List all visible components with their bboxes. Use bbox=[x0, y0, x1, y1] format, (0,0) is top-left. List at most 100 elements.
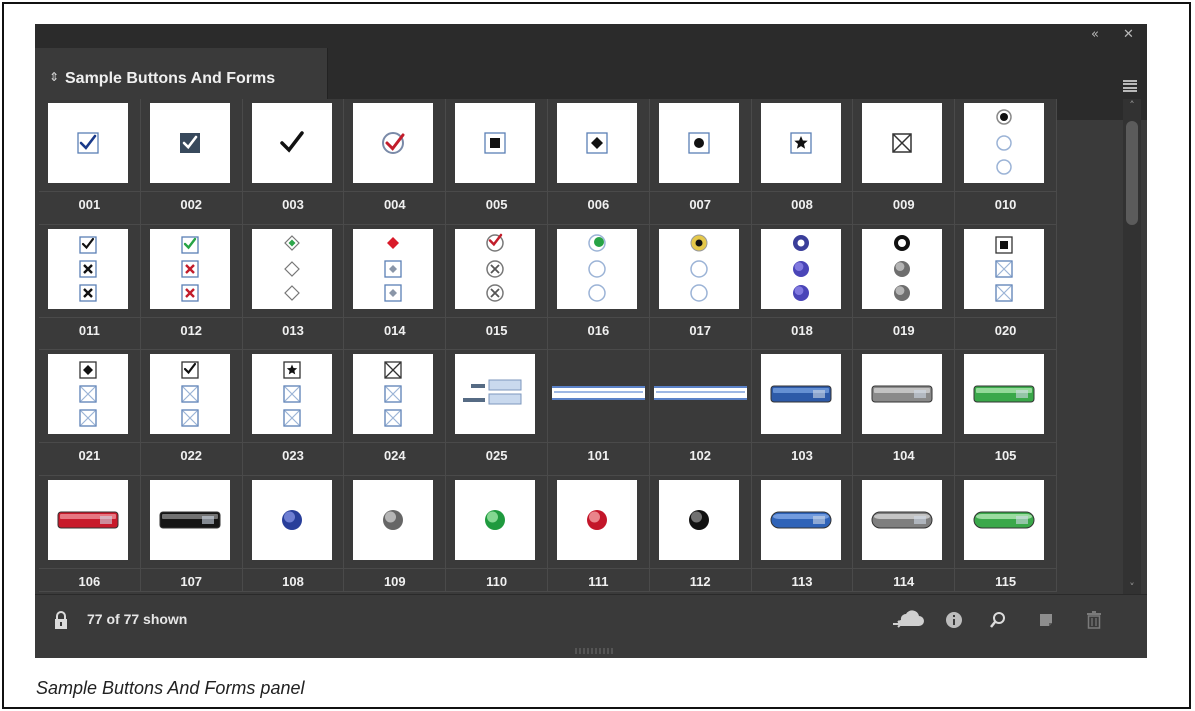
swatch-label: 103 bbox=[751, 442, 853, 463]
swatch-item-017[interactable]: 017 bbox=[649, 225, 752, 350]
swatch-label: 025 bbox=[446, 442, 547, 463]
swatch-thumbnail bbox=[149, 229, 230, 309]
swatch-label: 018 bbox=[751, 317, 853, 338]
swatch-item-111[interactable]: 111 bbox=[547, 476, 650, 592]
panel-title: Sample Buttons And Forms bbox=[65, 70, 276, 87]
swatch-item-104[interactable]: 104 bbox=[853, 350, 956, 476]
lock-icon[interactable] bbox=[53, 610, 69, 630]
swatch-item-112[interactable]: 112 bbox=[649, 476, 752, 592]
swatch-label: 013 bbox=[242, 317, 344, 338]
hamburger-menu-icon[interactable] bbox=[1123, 80, 1137, 92]
swatch-label: 017 bbox=[649, 317, 751, 338]
swatch-item-006[interactable]: 006 bbox=[547, 99, 650, 225]
swatch-thumbnail bbox=[658, 229, 739, 309]
swatch-item-007[interactable]: 007 bbox=[649, 99, 752, 225]
swatch-thumbnail bbox=[455, 103, 536, 183]
swatch-item-114[interactable]: 114 bbox=[853, 476, 956, 592]
swatch-thumbnail bbox=[862, 229, 943, 309]
swatch-item-113[interactable]: 113 bbox=[751, 476, 854, 592]
swatch-item-020[interactable]: 020 bbox=[955, 225, 1057, 350]
swatch-item-108[interactable]: 108 bbox=[242, 476, 345, 592]
swatch-label: 108 bbox=[242, 568, 344, 589]
swatch-label: 106 bbox=[39, 568, 140, 589]
swatch-thumbnail bbox=[760, 103, 841, 183]
swatch-item-014[interactable]: 014 bbox=[344, 225, 447, 350]
swatch-item-024[interactable]: 024 bbox=[344, 350, 447, 476]
swatch-item-106[interactable]: 106 bbox=[39, 476, 141, 592]
swatch-item-016[interactable]: 016 bbox=[547, 225, 650, 350]
swatch-item-010[interactable]: 010 bbox=[955, 99, 1057, 225]
swatch-item-005[interactable]: 005 bbox=[446, 99, 548, 225]
swatch-label: 111 bbox=[547, 568, 649, 589]
search-icon[interactable] bbox=[987, 609, 1009, 631]
swatch-label: 014 bbox=[344, 317, 446, 338]
scroll-up-icon[interactable]: ˄ bbox=[1126, 99, 1138, 112]
swatch-item-025[interactable]: 025 bbox=[446, 350, 548, 476]
updown-chevron-icon: ⇕ bbox=[49, 70, 60, 84]
scroll-thumb[interactable] bbox=[1126, 121, 1138, 225]
swatch-item-001[interactable]: 001 bbox=[39, 99, 141, 225]
swatch-label: 015 bbox=[446, 317, 547, 338]
swatch-label: 006 bbox=[547, 191, 649, 212]
field-bar-thumbnail bbox=[551, 386, 645, 400]
trash-icon[interactable] bbox=[1083, 609, 1105, 631]
swatch-item-012[interactable]: 012 bbox=[140, 225, 243, 350]
swatch-thumbnail bbox=[658, 480, 739, 560]
swatch-thumbnail bbox=[760, 354, 841, 434]
swatch-label: 109 bbox=[344, 568, 446, 589]
swatch-grid: 001 002 003 004 005 006 007 008 009 010 011 012 013 0… bbox=[39, 99, 1057, 592]
swatch-item-103[interactable]: 103 bbox=[751, 350, 854, 476]
swatch-label: 112 bbox=[649, 568, 751, 589]
swatch-thumbnail bbox=[48, 229, 128, 309]
scroll-down-icon[interactable]: ˅ bbox=[1126, 581, 1138, 594]
close-icon[interactable]: ✕ bbox=[1123, 27, 1134, 43]
swatch-label: 002 bbox=[140, 191, 242, 212]
vertical-scrollbar[interactable]: ˄ ˅ bbox=[1123, 99, 1141, 594]
swatch-item-011[interactable]: 011 bbox=[39, 225, 141, 350]
swatch-item-009[interactable]: 009 bbox=[853, 99, 956, 225]
swatch-label: 003 bbox=[242, 191, 344, 212]
cloud-place-icon[interactable] bbox=[891, 609, 925, 631]
swatch-item-101[interactable]: 101 bbox=[547, 350, 650, 476]
swatch-item-003[interactable]: 003 bbox=[242, 99, 345, 225]
swatch-label: 012 bbox=[140, 317, 242, 338]
double-chevron-left-icon[interactable]: « bbox=[1091, 27, 1099, 43]
swatch-label: 020 bbox=[955, 317, 1056, 338]
swatch-item-115[interactable]: 115 bbox=[955, 476, 1057, 592]
swatch-thumbnail bbox=[556, 229, 637, 309]
swatch-item-002[interactable]: 002 bbox=[140, 99, 243, 225]
swatch-thumbnail bbox=[353, 103, 434, 183]
swatch-label: 004 bbox=[344, 191, 446, 212]
swatch-item-019[interactable]: 019 bbox=[853, 225, 956, 350]
swatch-item-109[interactable]: 109 bbox=[344, 476, 447, 592]
swatch-thumbnail bbox=[964, 229, 1045, 309]
swatch-item-023[interactable]: 023 bbox=[242, 350, 345, 476]
swatch-item-004[interactable]: 004 bbox=[344, 99, 447, 225]
swatch-item-107[interactable]: 107 bbox=[140, 476, 243, 592]
swatch-label: 105 bbox=[955, 442, 1056, 463]
swatch-item-105[interactable]: 105 bbox=[955, 350, 1057, 476]
swatch-thumbnail bbox=[556, 480, 637, 560]
swatch-item-013[interactable]: 013 bbox=[242, 225, 345, 350]
new-item-icon[interactable] bbox=[1035, 609, 1057, 631]
swatch-item-018[interactable]: 018 bbox=[751, 225, 854, 350]
swatch-thumbnail bbox=[149, 103, 230, 183]
resize-grip[interactable] bbox=[575, 648, 615, 654]
swatch-label: 007 bbox=[649, 191, 751, 212]
swatch-thumbnail bbox=[862, 103, 943, 183]
swatch-thumbnail bbox=[455, 229, 536, 309]
swatch-thumbnail bbox=[149, 480, 230, 560]
swatch-thumbnail bbox=[760, 229, 841, 309]
sample-buttons-panel: « ✕ ⇕ Sample Buttons And Forms 001 002 003… bbox=[35, 24, 1147, 658]
swatch-thumbnail bbox=[48, 354, 128, 434]
swatch-item-015[interactable]: 015 bbox=[446, 225, 548, 350]
info-icon[interactable] bbox=[943, 609, 965, 631]
swatch-item-022[interactable]: 022 bbox=[140, 350, 243, 476]
swatch-item-102[interactable]: 102 bbox=[649, 350, 752, 476]
swatch-item-021[interactable]: 021 bbox=[39, 350, 141, 476]
swatch-thumbnail bbox=[251, 103, 332, 183]
swatch-label: 005 bbox=[446, 191, 547, 212]
swatch-item-110[interactable]: 110 bbox=[446, 476, 548, 592]
figure-caption: Sample Buttons And Forms panel bbox=[36, 678, 305, 698]
swatch-item-008[interactable]: 008 bbox=[751, 99, 854, 225]
